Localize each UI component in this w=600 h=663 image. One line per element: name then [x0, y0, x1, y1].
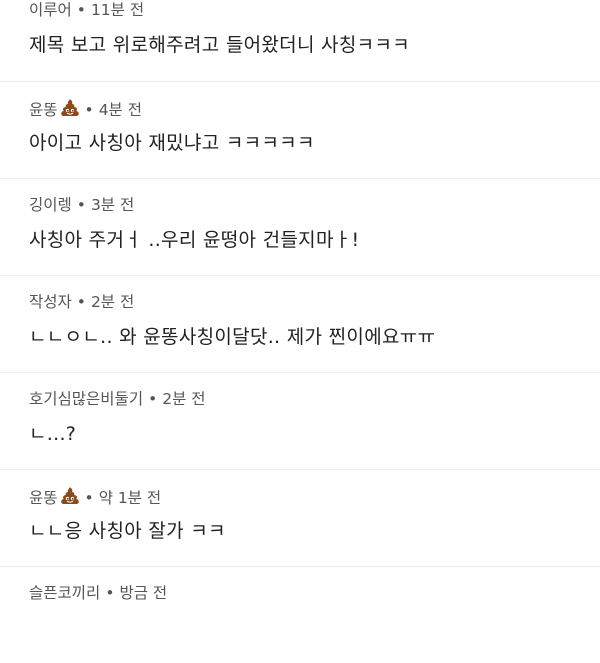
comment-author[interactable]: 깅이렝 [29, 196, 72, 214]
comment-author[interactable]: 슬픈코끼리 [29, 584, 100, 602]
comment-text: 아이고 사칭아 재밌냐고 ㅋㅋㅋㅋㅋ [29, 132, 315, 154]
comment-text: ㄴㄴ응 사칭아 잘가 ㅋㅋ [29, 520, 226, 542]
meta-separator: • [76, 196, 86, 214]
meta-separator: • [84, 101, 94, 119]
comment-time: 4분 전 [98, 101, 142, 119]
comment-item: 깅이렝 • 3분 전 사칭아 주거ㅓ ..우리 윤떵아 건들지마ㅏ! [0, 178, 600, 275]
comment-meta: 깅이렝 • 3분 전 [29, 195, 134, 215]
comment-item: 슬픈코끼리 • 방금 전 [0, 566, 600, 663]
comment-meta: 작성자 • 2분 전 [29, 292, 134, 312]
comment-time: 방금 전 [119, 584, 168, 602]
meta-separator: • [148, 390, 158, 408]
comment-time: 11분 전 [90, 1, 145, 19]
comment-author[interactable]: 작성자 [29, 293, 72, 311]
comment-item: 이루어 • 11분 전 제목 보고 위로해주려고 들어왔더니 사칭ㅋㅋㅋ [0, 0, 600, 81]
comment-text: 제목 보고 위로해주려고 들어왔더니 사칭ㅋㅋㅋ [29, 34, 410, 56]
comment-item: 호기심많은비둘기 • 2분 전 ㄴ...? [0, 372, 600, 469]
comment-time: 2분 전 [162, 390, 206, 408]
meta-separator: • [76, 293, 86, 311]
meta-separator: • [105, 584, 115, 602]
comment-meta: 호기심많은비둘기 • 2분 전 [29, 389, 206, 409]
comment-meta: 슬픈코끼리 • 방금 전 [29, 583, 167, 603]
comment-list: 이루어 • 11분 전 제목 보고 위로해주려고 들어왔더니 사칭ㅋㅋㅋ 윤똥 • 4분… [0, 0, 600, 663]
comment-author[interactable]: 이루어 [29, 1, 72, 19]
comment-meta: 윤똥 • 약 1분 전 [29, 486, 161, 511]
comment-author[interactable]: 윤똥 [29, 101, 58, 119]
pile-of-poo-icon [60, 98, 80, 123]
comment-item: 윤똥 • 약 1분 전 ㄴㄴ응 사칭아 잘가 ㅋㅋ [0, 469, 600, 566]
meta-separator: • [76, 1, 86, 19]
comment-time: 2분 전 [90, 293, 135, 311]
comment-item: 윤똥 • 4분 전 아이고 사칭아 재밌냐고 ㅋㅋㅋㅋㅋ [0, 81, 600, 178]
comment-meta: 윤똥 • 4분 전 [29, 98, 142, 123]
comment-text: ㄴ...? [29, 423, 77, 445]
pile-of-poo-icon [60, 486, 80, 511]
meta-separator: • [84, 489, 94, 507]
comment-time: 약 1분 전 [98, 489, 162, 507]
comment-meta: 이루어 • 11분 전 [29, 0, 144, 20]
comment-author[interactable]: 윤똥 [29, 489, 58, 507]
comment-item: 작성자 • 2분 전 ㄴㄴㅇㄴ.. 와 윤똥사칭이달닷.. 제가 찐이에요ㅠㅠ [0, 275, 600, 372]
comment-time: 3분 전 [90, 196, 135, 214]
comment-text: ㄴㄴㅇㄴ.. 와 윤똥사칭이달닷.. 제가 찐이에요ㅠㅠ [29, 326, 436, 348]
comment-text: 사칭아 주거ㅓ ..우리 윤떵아 건들지마ㅏ! [29, 229, 360, 251]
comment-author[interactable]: 호기심많은비둘기 [29, 390, 143, 408]
